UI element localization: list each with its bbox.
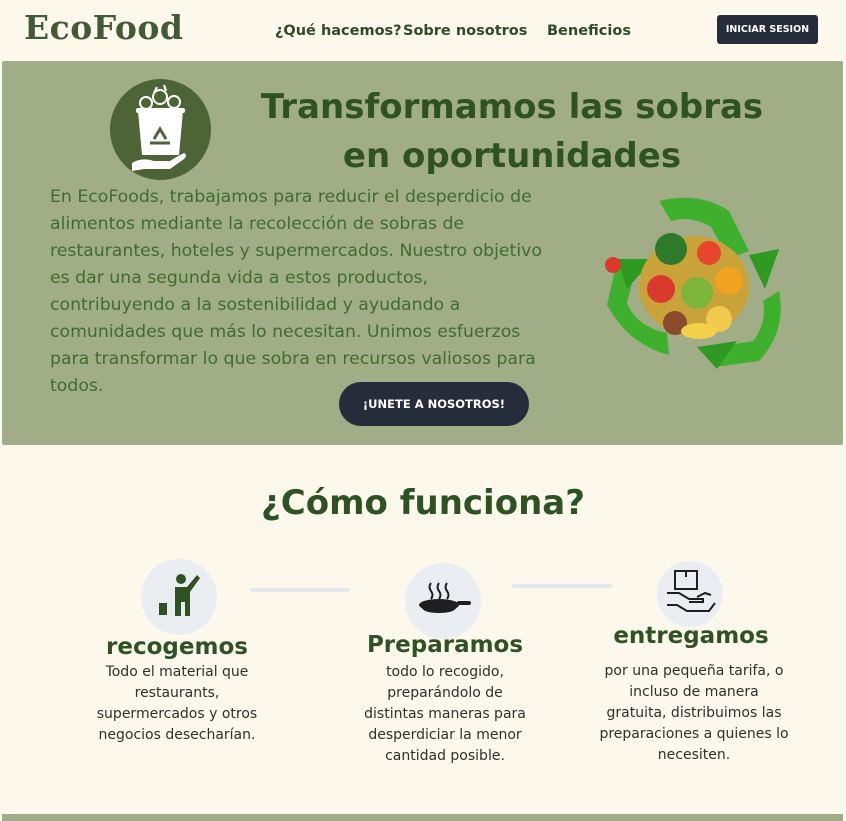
step-description-recogemos: Todo el material que restaurants, superm… (96, 664, 258, 743)
step-connector (512, 584, 612, 588)
delivery-hand-box-icon (657, 561, 723, 627)
nav-link-que-hacemos[interactable]: ¿Qué hacemos? (275, 23, 402, 39)
person-raising-hand-icon (141, 559, 217, 635)
nav-link-beneficios[interactable]: Beneficios (547, 23, 631, 39)
nav-link-sobre-nosotros[interactable]: Sobre nosotros (403, 23, 527, 39)
next-section-band (2, 814, 843, 821)
step-title-preparamos: Preparamos (366, 632, 524, 658)
join-us-button[interactable]: ¡UNETE A NOSOTROS! (339, 382, 529, 426)
logo[interactable]: EcoFood (24, 8, 183, 47)
recycle-bin-hand-icon (110, 79, 211, 180)
step-connector (250, 588, 350, 592)
top-navbar: EcoFood ¿Qué hacemos? Sobre nosotros Ben… (0, 0, 846, 60)
hero-title-line2: en oportunidades (342, 136, 682, 176)
hero-title-line1: Transformamos las sobras (260, 87, 764, 127)
recycling-food-illustration (599, 191, 794, 381)
step-title-recogemos: recogemos (106, 634, 248, 660)
step-description-preparamos: todo lo recogido, preparándolo de distin… (364, 664, 526, 764)
how-it-works-title: ¿Cómo funciona? (261, 483, 585, 523)
login-button[interactable]: INICIAR SESION (717, 15, 818, 44)
step-description-entregamos: por una pequeña tarifa, o incluso de man… (599, 663, 789, 763)
hero-title: Transformamos las sobras en oportunidade… (232, 83, 792, 181)
hero-section: Transformamos las sobras en oportunidade… (2, 61, 843, 445)
hero-description: En EcoFoods, trabajamos para reducir el … (50, 187, 542, 396)
frying-pan-icon (405, 563, 481, 639)
step-title-entregamos: entregamos (613, 623, 769, 649)
